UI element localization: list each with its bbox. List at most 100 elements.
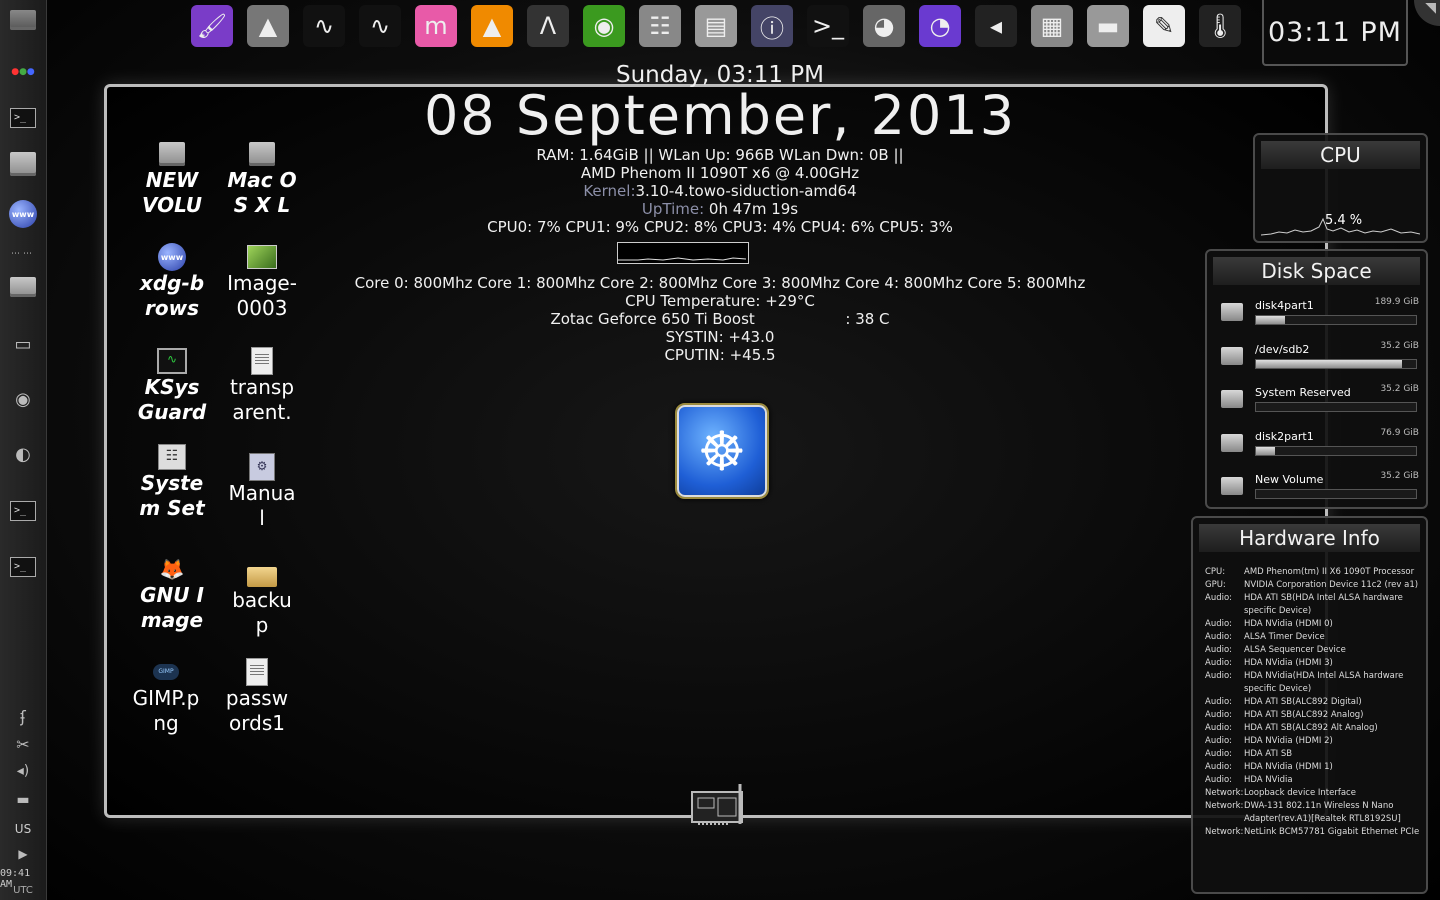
image-icon xyxy=(247,243,277,271)
desktop-icon[interactable]: GIMP GIMP.png xyxy=(131,658,201,736)
network-card-icon[interactable] xyxy=(690,780,750,830)
scissors-icon[interactable]: ✂ xyxy=(7,730,39,758)
torrent-icon[interactable]: ◔ xyxy=(914,0,966,52)
ksysguard-icon[interactable]: ∿ xyxy=(298,0,350,52)
disk-name: New Volume xyxy=(1255,473,1324,486)
drive-icon[interactable]: ▬ xyxy=(7,786,39,814)
vlc-icon[interactable]: ▲ xyxy=(466,0,518,52)
desktop-icon[interactable]: transparent.c xyxy=(227,347,297,425)
panel-timezone: UTC xyxy=(13,885,33,896)
desktop-icon[interactable]: www xdg-brows xyxy=(137,243,207,321)
inkscape-icon[interactable]: ▲ xyxy=(242,0,294,52)
hardware-value: ALSA Timer Device xyxy=(1244,632,1325,642)
hardware-row: Audio: HDA ATI SB(ALC892 Digital) xyxy=(1205,696,1423,709)
hardware-key: Network: xyxy=(1205,801,1244,811)
play-icon[interactable]: ▶ xyxy=(7,840,39,868)
desktop-icon-label: Mac OS X L xyxy=(227,168,297,217)
hardware-row: Audio: HDA ATI SB(ALC892 Analog) xyxy=(1205,709,1423,722)
hardware-info-icon[interactable]: ⓘ xyxy=(746,0,798,52)
disk-row[interactable]: New Volume 35.2 GiB xyxy=(1219,469,1419,511)
top-clock: 03:11 PM xyxy=(1262,0,1408,66)
hardware-key: Audio: xyxy=(1205,697,1233,707)
ruler-icon: ⋯⋯ xyxy=(11,249,35,259)
hardware-row: Audio: HDA NVidia (HDMI 0) xyxy=(1205,618,1423,631)
mixer-icon[interactable]: ☷ xyxy=(634,0,686,52)
volume-icon[interactable]: ◂ xyxy=(970,0,1022,52)
krita-icon[interactable]: 🖌 xyxy=(186,0,238,52)
hardware-info-title: Hardware Info xyxy=(1199,524,1420,552)
desktop-icon[interactable]: backup xyxy=(227,560,297,638)
hardware-row: CPU: AMD Phenom(tm) II X6 1090T Processor xyxy=(1205,566,1423,579)
drive-icon xyxy=(1221,346,1243,365)
monitor-icon: ∿ xyxy=(157,347,187,375)
desktop-toolbox-icon[interactable]: ◥ xyxy=(1414,0,1440,26)
font-icon[interactable]: ʄ xyxy=(7,702,39,730)
nvidia-icon[interactable]: ◉ xyxy=(578,0,630,52)
hardware-info-widget[interactable]: Hardware Info CPU: AMD Phenom(tm) II X6 1… xyxy=(1191,516,1428,894)
disk-usage-fill xyxy=(1256,316,1285,324)
hardware-value: HDA NVidia (HDMI 0) xyxy=(1244,619,1333,629)
disk-row[interactable]: /dev/sdb2 35.2 GiB xyxy=(1219,339,1419,381)
mendeley-icon[interactable]: m xyxy=(410,0,462,52)
desktop-icon[interactable]: ⚙ Manual xyxy=(227,453,297,531)
hardware-value: Loopback device Interface xyxy=(1244,788,1356,798)
disk-row[interactable]: disk2part1 76.9 GiB xyxy=(1219,426,1419,468)
terminal-icon[interactable]: >_ xyxy=(7,553,39,581)
hardware-value: AMD Phenom(tm) II X6 1090T Processor xyxy=(1244,567,1415,577)
desktop-icon[interactable]: ☷System Sett xyxy=(137,443,207,521)
desktop-icon[interactable]: passwords1 xyxy=(222,658,292,736)
keyboard-layout[interactable]: US xyxy=(0,822,46,836)
desktop-icon[interactable]: Mac OS X L xyxy=(227,140,297,218)
terminal-icon[interactable]: >_ xyxy=(7,497,39,525)
calculator-icon[interactable]: ▦ xyxy=(1026,0,1078,52)
system-monitor-icon[interactable]: ∿ xyxy=(354,0,406,52)
desktop-icon[interactable]: 🦊 GNU Image xyxy=(137,555,207,633)
editor-icon[interactable]: ✎ xyxy=(1138,0,1190,52)
hardware-value: NVIDIA Corporation Device 11c2 (rev a1) xyxy=(1244,580,1419,590)
disk-space-widget[interactable]: Disk Space disk4part1 189.9 GiB/dev/sdb2 3… xyxy=(1205,249,1428,509)
disk-row[interactable]: System Reserved 35.2 GiB xyxy=(1219,382,1419,424)
desktop-icon[interactable]: ∿ KSysGuard xyxy=(137,347,207,425)
terminal-icon[interactable]: >_ xyxy=(802,0,854,52)
www-icon: www xyxy=(157,243,187,271)
disk-icon[interactable]: ▬ xyxy=(1082,0,1134,52)
disk-usage-fill xyxy=(1256,359,1402,368)
hardware-value: NetLink BCM57781 Gigabit Ethernet PCIe xyxy=(1244,827,1420,837)
file-cabinet-icon[interactable]: ▤ xyxy=(690,0,742,52)
drive-icon xyxy=(157,140,187,168)
firefox-icon[interactable]: ◕ xyxy=(858,0,910,52)
desktop-icon[interactable]: Image-0003 xyxy=(227,243,297,321)
hardware-row: Audio: HDA ATI SB(ALC892 Alt Analog) xyxy=(1205,722,1423,735)
disk-row[interactable]: disk4part1 189.9 GiB xyxy=(1219,295,1419,337)
hardware-key: Audio: xyxy=(1205,775,1233,785)
disk-size: 35.2 GiB xyxy=(1380,340,1419,351)
hardware-row: GPU: NVIDIA Corporation Device 11c2 (rev … xyxy=(1205,579,1423,592)
hardware-value: HDA ATI SB(ALC892 Analog) xyxy=(1244,710,1364,720)
hardware-key: Audio: xyxy=(1205,710,1233,720)
desktop-icon-label: xdg-brows xyxy=(139,271,205,320)
eye-icon[interactable]: ◉ xyxy=(7,385,39,413)
hardware-value: HDA NVidia (HDMI 1) xyxy=(1244,762,1333,772)
volume-icon[interactable]: ◂) xyxy=(7,757,39,785)
hardware-key: GPU: xyxy=(1205,580,1226,590)
kde-menu-button[interactable]: ☸ xyxy=(675,403,769,499)
hardware-row: Audio: HDA NVidia (HDMI 1) xyxy=(1205,761,1423,774)
app-menu-icon[interactable] xyxy=(7,6,39,34)
hardware-row: Network: DWA-131 802.11n Wireless N Nano … xyxy=(1205,800,1423,826)
top-launcher: 🖌 ▲ ∿ ∿ m ▲ Λ ◉ ☷ ▤ ⓘ >_ ◕ ◔ ◂ ▦ ▬ ✎ 🌡 xyxy=(186,0,1246,52)
ram-network-text: RAM: 1.64GiB || WLan Up: 966B WLan Dwn: … xyxy=(536,146,904,164)
desktop-icon-label: GIMP.png xyxy=(132,686,200,735)
globe-icon[interactable]: ◐ xyxy=(7,440,39,468)
arch-icon[interactable]: Λ xyxy=(522,0,574,52)
desktop-icon[interactable]: NEW VOLUM xyxy=(137,140,207,218)
hardware-value: HDA NVidia (HDMI 2) xyxy=(1244,736,1333,746)
disk-size: 35.2 GiB xyxy=(1380,384,1419,394)
hardware-row: Audio: HDA NVidia (HDMI 3) xyxy=(1205,657,1423,670)
cpu-widget[interactable]: CPU 5.4 % xyxy=(1253,133,1428,243)
disk-size: 76.9 GiB xyxy=(1380,427,1419,438)
date-text: 08 September, 2013 xyxy=(423,84,1017,147)
disk-size: 189.9 GiB xyxy=(1374,297,1419,307)
hardware-value: HDA ATI SB(ALC892 Digital) xyxy=(1244,697,1362,707)
thermometer-icon[interactable]: 🌡 xyxy=(1194,0,1246,52)
settings-icon: ☷ xyxy=(157,443,187,471)
